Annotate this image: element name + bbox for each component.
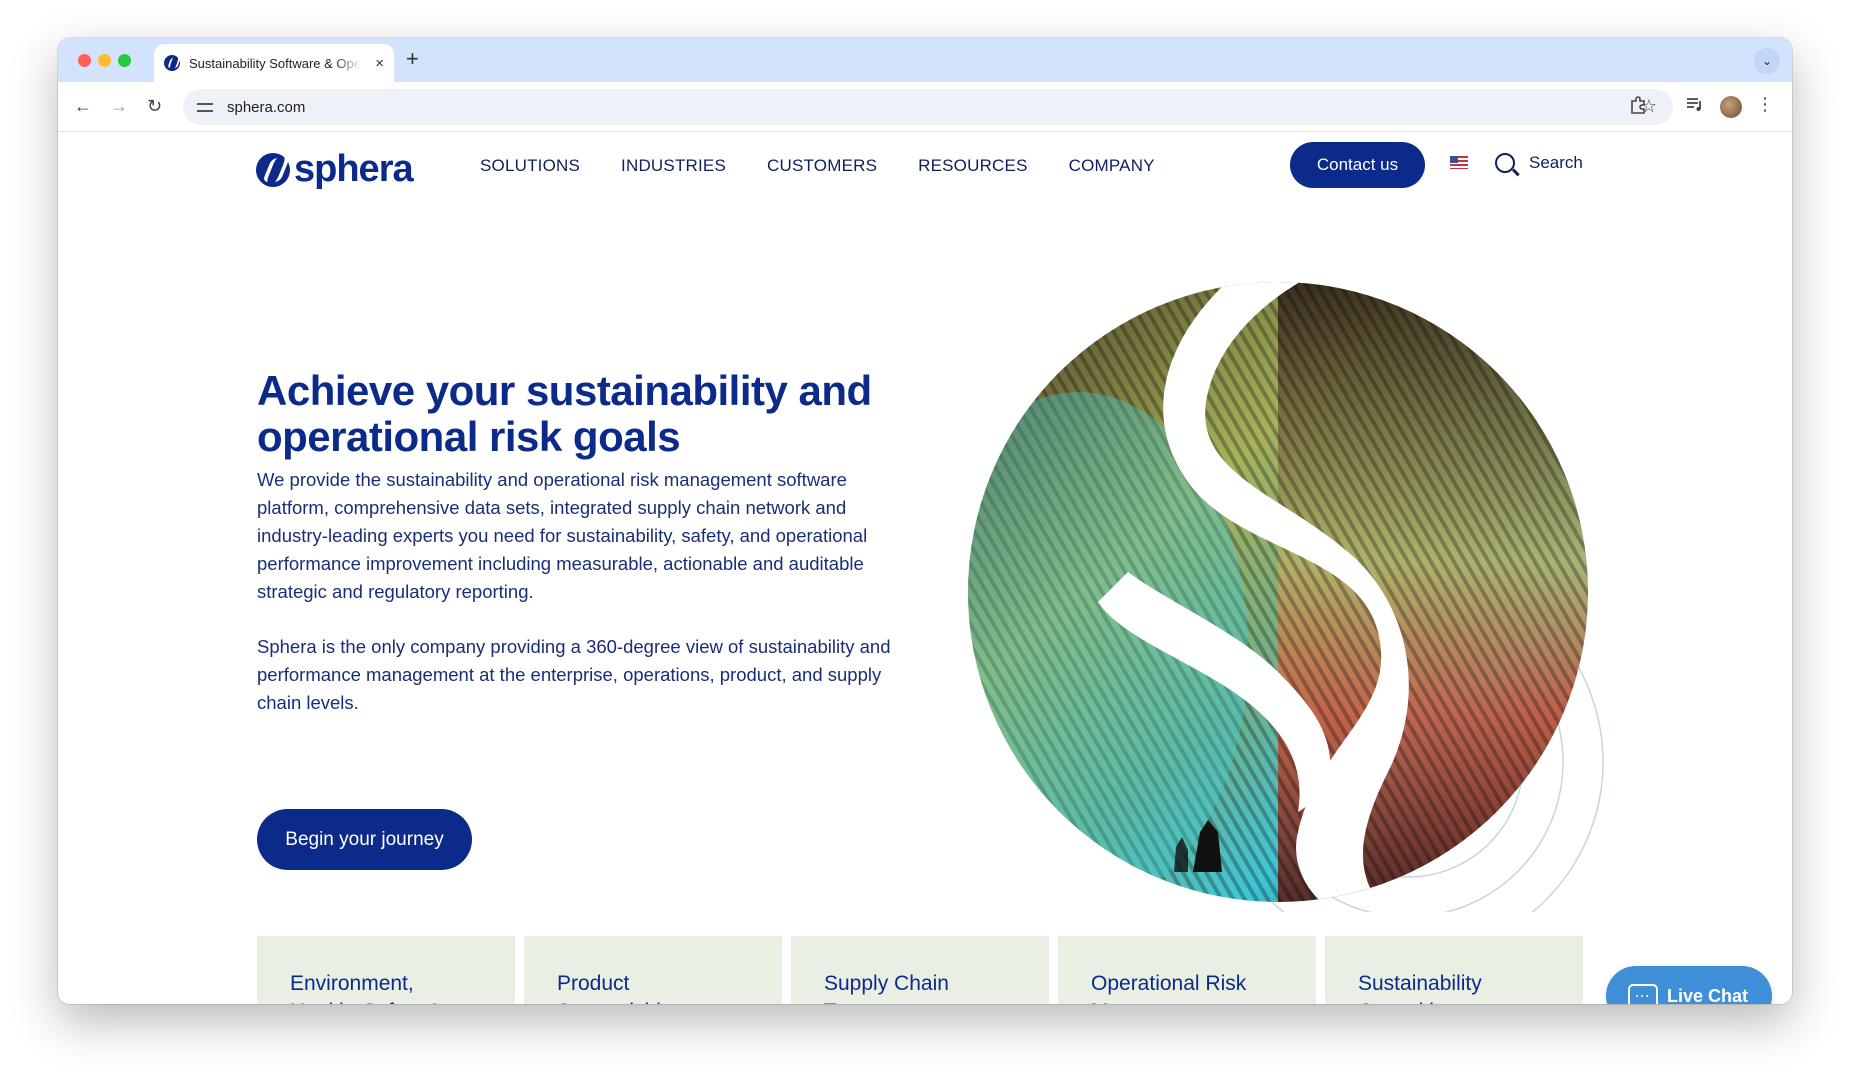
nav-company[interactable]: COMPANY (1069, 156, 1155, 176)
us-flag-icon[interactable] (1450, 156, 1468, 169)
browser-menu-icon[interactable]: ⋮ (1756, 94, 1774, 115)
media-queue-icon[interactable] (1686, 96, 1704, 117)
browser-tab[interactable]: Sustainability Software & Operational Ri… (154, 44, 394, 82)
hero-sphere-image (968, 282, 1604, 912)
hero-headline: Achieve your sustainability and operatio… (257, 367, 872, 460)
minimize-window-button[interactable] (98, 54, 111, 67)
card-label: Product Stewardship (557, 972, 673, 1004)
card-label: Operational Risk Management (1091, 972, 1247, 1004)
web-page: sphera SOLUTIONS INDUSTRIES CUSTOMERS RE… (58, 132, 1792, 1004)
main-nav: SOLUTIONS INDUSTRIES CUSTOMERS RESOURCES… (480, 156, 1155, 176)
forward-button[interactable]: → (110, 95, 128, 117)
chat-bubble-icon: ··· (1628, 984, 1658, 1004)
begin-journey-button[interactable]: Begin your journey (257, 809, 472, 870)
search-button[interactable]: Search (1495, 153, 1583, 173)
tab-strip: Sustainability Software & Operational Ri… (58, 38, 1792, 82)
search-label: Search (1529, 153, 1583, 172)
hero-paragraph-1: We provide the sustainability and operat… (257, 469, 868, 602)
live-chat-button[interactable]: ··· Live Chat (1606, 966, 1772, 1004)
tab-title: Sustainability Software & Operational Ri… (189, 55, 361, 71)
browser-window: Sustainability Software & Operational Ri… (58, 38, 1792, 1004)
hero-paragraph-2: Sphera is the only company providing a 3… (257, 636, 891, 713)
card-ehss[interactable]: Environment, Health, Safety & Sustainabi… (257, 936, 515, 1004)
nav-customers[interactable]: CUSTOMERS (767, 156, 877, 176)
sphera-logo[interactable]: sphera (256, 148, 414, 191)
extensions-puzzle-icon[interactable] (1629, 96, 1647, 119)
card-sustainability-consulting[interactable]: Sustainability Consulting (1325, 936, 1583, 1004)
solution-cards: Environment, Health, Safety & Sustainabi… (257, 936, 1583, 1004)
card-operational-risk[interactable]: Operational Risk Management (1058, 936, 1316, 1004)
card-label: Supply Chain Transparency (824, 972, 952, 1004)
address-bar[interactable]: sphera.com ☆ (183, 89, 1673, 125)
search-icon (1495, 153, 1515, 173)
close-window-button[interactable] (78, 54, 91, 67)
reload-button[interactable]: ↻ (147, 95, 162, 117)
new-tab-button[interactable]: + (406, 48, 419, 70)
nav-solutions[interactable]: SOLUTIONS (480, 156, 580, 176)
sphera-favicon-icon (164, 55, 180, 71)
nav-resources[interactable]: RESOURCES (918, 156, 1028, 176)
tab-close-icon[interactable]: × (375, 55, 384, 72)
card-supply-chain[interactable]: Supply Chain Transparency (791, 936, 1049, 1004)
browser-toolbar: ← → ↻ sphera.com ☆ ⋮ (58, 82, 1792, 132)
card-label: Sustainability Consulting (1358, 972, 1482, 1004)
maximize-window-button[interactable] (118, 54, 131, 67)
card-label: Environment, Health, Safety & Sustainabi… (290, 972, 442, 1004)
url-text[interactable]: sphera.com (227, 99, 305, 116)
tab-search-chevron-icon[interactable]: ⌄ (1754, 48, 1780, 74)
card-product-stewardship[interactable]: Product Stewardship (524, 936, 782, 1004)
logo-text: sphera (294, 148, 414, 190)
site-settings-icon[interactable] (197, 100, 213, 114)
contact-us-button[interactable]: Contact us (1290, 142, 1425, 188)
back-button[interactable]: ← (74, 95, 92, 117)
nav-industries[interactable]: INDUSTRIES (621, 156, 726, 176)
profile-avatar[interactable] (1720, 96, 1742, 118)
live-chat-label: Live Chat (1667, 985, 1749, 1005)
sphera-logo-icon (256, 152, 290, 187)
